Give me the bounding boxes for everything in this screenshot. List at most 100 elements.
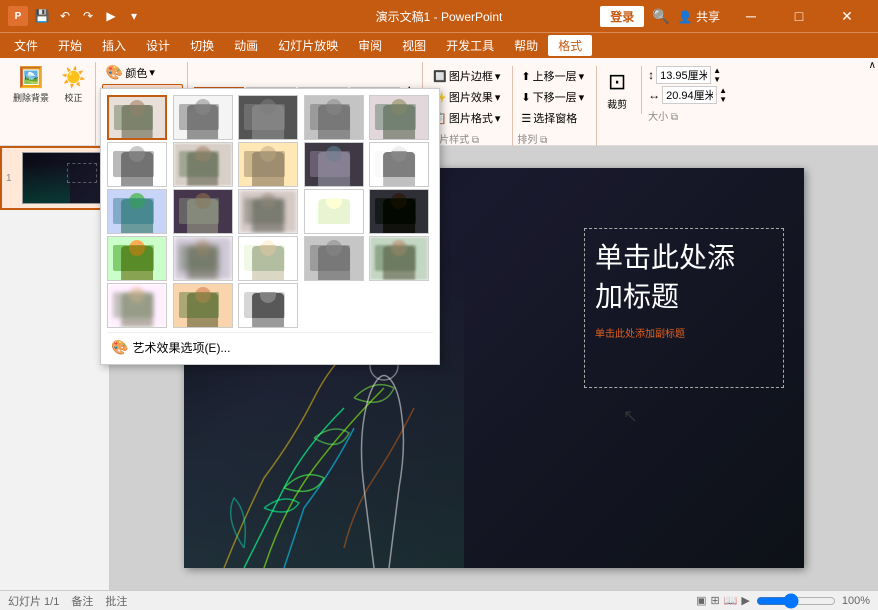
crop-button[interactable]: ⊡ 裁剪 <box>601 66 633 114</box>
width-icon: ↔ <box>648 88 660 102</box>
ribbon-group-content-adjust: 🖼️ 删除背景 ☀️ 校正 <box>8 62 91 141</box>
size-group-label: 大小 ⧉ <box>648 106 727 125</box>
art-effect-20[interactable] <box>107 283 167 328</box>
slide-main-title: 单击此处添加标题 <box>595 239 735 317</box>
width-spinner[interactable]: ▲▼ <box>719 86 727 104</box>
slide-text-box[interactable]: 单击此处添加标题 单击此处添加副标题 <box>584 228 784 388</box>
comments-button[interactable]: 批注 <box>105 593 127 609</box>
selection-pane-icon: ☰ <box>521 112 531 125</box>
art-effects-options-icon: 🎨 <box>111 339 128 356</box>
remove-bg-button[interactable]: 🖼️ 删除背景 <box>8 62 54 107</box>
art-effect-10[interactable] <box>107 189 167 234</box>
menu-transition[interactable]: 切换 <box>180 35 224 56</box>
art-effect-4[interactable] <box>369 95 429 140</box>
search-icon[interactable]: 🔍 <box>652 8 669 25</box>
remove-bg-icon: 🖼️ <box>19 65 44 90</box>
ribbon-collapse-button[interactable]: ∧ <box>869 60 876 71</box>
view-sorter-btn[interactable]: ⊞ <box>710 594 719 607</box>
menu-help[interactable]: 帮助 <box>504 35 548 56</box>
art-effects-grid <box>107 95 433 328</box>
menu-insert[interactable]: 插入 <box>92 35 136 56</box>
present-quick-btn[interactable]: ▶ <box>101 6 121 26</box>
art-effect-8[interactable] <box>304 142 364 187</box>
close-button[interactable]: ✕ <box>824 0 870 32</box>
art-effect-15[interactable] <box>107 236 167 281</box>
zoom-slider[interactable] <box>756 593 836 609</box>
maximize-button[interactable]: □ <box>776 0 822 32</box>
send-backward-button[interactable]: ⬇ 下移一层 ▾ <box>517 87 588 107</box>
share-icon[interactable]: 👤 共享 <box>678 8 720 25</box>
art-effect-6[interactable] <box>173 142 233 187</box>
color-button[interactable]: 🎨 颜色 ▾ <box>102 62 183 83</box>
corrections-icon: ☀️ <box>61 65 86 90</box>
customize-quick-btn[interactable]: ▾ <box>124 6 144 26</box>
bring-forward-button[interactable]: ⬆ 上移一层 ▾ <box>517 66 588 86</box>
art-effect-9[interactable] <box>369 142 429 187</box>
height-input[interactable] <box>656 66 711 84</box>
ribbon-group-adjust: 🖼️ 删除背景 ☀️ 校正 <box>4 62 96 145</box>
quick-access-toolbar: 💾 ↶ ↷ ▶ ▾ <box>32 6 144 26</box>
slide-subtitle: 单击此处添加副标题 <box>595 325 685 340</box>
picture-layout-button[interactable]: 📋 图片格式 ▾ <box>429 108 504 128</box>
send-backward-icon: ⬇ <box>521 91 530 104</box>
statusbar: 幻灯片 1/1 备注 批注 ▣ ⊞ 📖 ▶ 100% <box>0 590 878 610</box>
save-quick-btn[interactable]: 💾 <box>32 6 52 26</box>
art-effect-14[interactable] <box>369 189 429 234</box>
width-input-group: ↔ ▲▼ <box>648 86 727 104</box>
art-effect-2[interactable] <box>238 95 298 140</box>
titlebar-left: P 💾 ↶ ↷ ▶ ▾ <box>8 6 152 26</box>
selection-pane-button[interactable]: ☰ 选择窗格 <box>517 108 588 128</box>
art-effect-16[interactable] <box>173 236 233 281</box>
menu-file[interactable]: 文件 <box>4 35 48 56</box>
art-effect-13[interactable] <box>304 189 364 234</box>
menubar: 文件 开始 插入 设计 切换 动画 幻灯片放映 审阅 视图 开发工具 帮助 格式 <box>0 32 878 58</box>
color-icon: 🎨 <box>106 64 123 81</box>
view-normal-btn[interactable]: ▣ <box>696 594 706 607</box>
art-effect-22[interactable] <box>238 283 298 328</box>
picture-styles-group: 🔲 图片边框 ▾ ✨ 图片效果 ▾ 📋 图片格式 ▾ 图片样式 ⧉ <box>429 66 513 148</box>
art-effect-18[interactable] <box>304 236 364 281</box>
view-present-btn[interactable]: ▶ <box>741 594 749 607</box>
picture-border-button[interactable]: 🔲 图片边框 ▾ <box>429 66 504 86</box>
art-effect-0[interactable] <box>107 95 167 140</box>
bring-forward-label: 上移一层 <box>533 68 577 84</box>
slide-panel: 1 <box>0 146 110 590</box>
corrections-button[interactable]: ☀️ 校正 <box>56 62 91 107</box>
color-label: 颜色 <box>125 65 147 81</box>
slide-thumbnail-1[interactable]: 1 <box>0 146 109 210</box>
art-effect-11[interactable] <box>173 189 233 234</box>
picture-border-icon: 🔲 <box>433 70 447 83</box>
corrections-label: 校正 <box>64 91 82 104</box>
menu-format[interactable]: 格式 <box>548 35 592 56</box>
picture-layout-label: 图片格式 <box>449 110 493 126</box>
minimize-button[interactable]: ─ <box>728 0 774 32</box>
art-effect-12[interactable] <box>238 189 298 234</box>
art-effect-17[interactable] <box>238 236 298 281</box>
undo-quick-btn[interactable]: ↶ <box>55 6 75 26</box>
height-input-group: ↕ ▲▼ <box>648 66 727 84</box>
redo-quick-btn[interactable]: ↷ <box>78 6 98 26</box>
art-effect-1[interactable] <box>173 95 233 140</box>
view-reading-btn[interactable]: 📖 <box>724 594 738 607</box>
menu-animation[interactable]: 动画 <box>224 35 268 56</box>
width-input[interactable] <box>662 86 717 104</box>
menu-view[interactable]: 视图 <box>392 35 436 56</box>
menu-slideshow[interactable]: 幻灯片放映 <box>268 35 348 56</box>
art-effect-21[interactable] <box>173 283 233 328</box>
menu-design[interactable]: 设计 <box>136 35 180 56</box>
notes-button[interactable]: 备注 <box>71 593 93 609</box>
art-effect-7[interactable] <box>238 142 298 187</box>
menu-home[interactable]: 开始 <box>48 35 92 56</box>
zoom-level: 100% <box>842 595 870 607</box>
app-icon: P <box>8 6 28 26</box>
bring-forward-arrow: ▾ <box>579 70 585 83</box>
login-button[interactable]: 登录 <box>600 6 644 27</box>
art-effect-19[interactable] <box>369 236 429 281</box>
art-effect-3[interactable] <box>304 95 364 140</box>
art-effect-5[interactable] <box>107 142 167 187</box>
menu-review[interactable]: 审阅 <box>348 35 392 56</box>
picture-effects-button[interactable]: ✨ 图片效果 ▾ <box>429 87 504 107</box>
art-effects-options-button[interactable]: 🎨 艺术效果选项(E)... <box>107 332 433 358</box>
height-spinner[interactable]: ▲▼ <box>713 66 721 84</box>
menu-developer[interactable]: 开发工具 <box>436 35 504 56</box>
